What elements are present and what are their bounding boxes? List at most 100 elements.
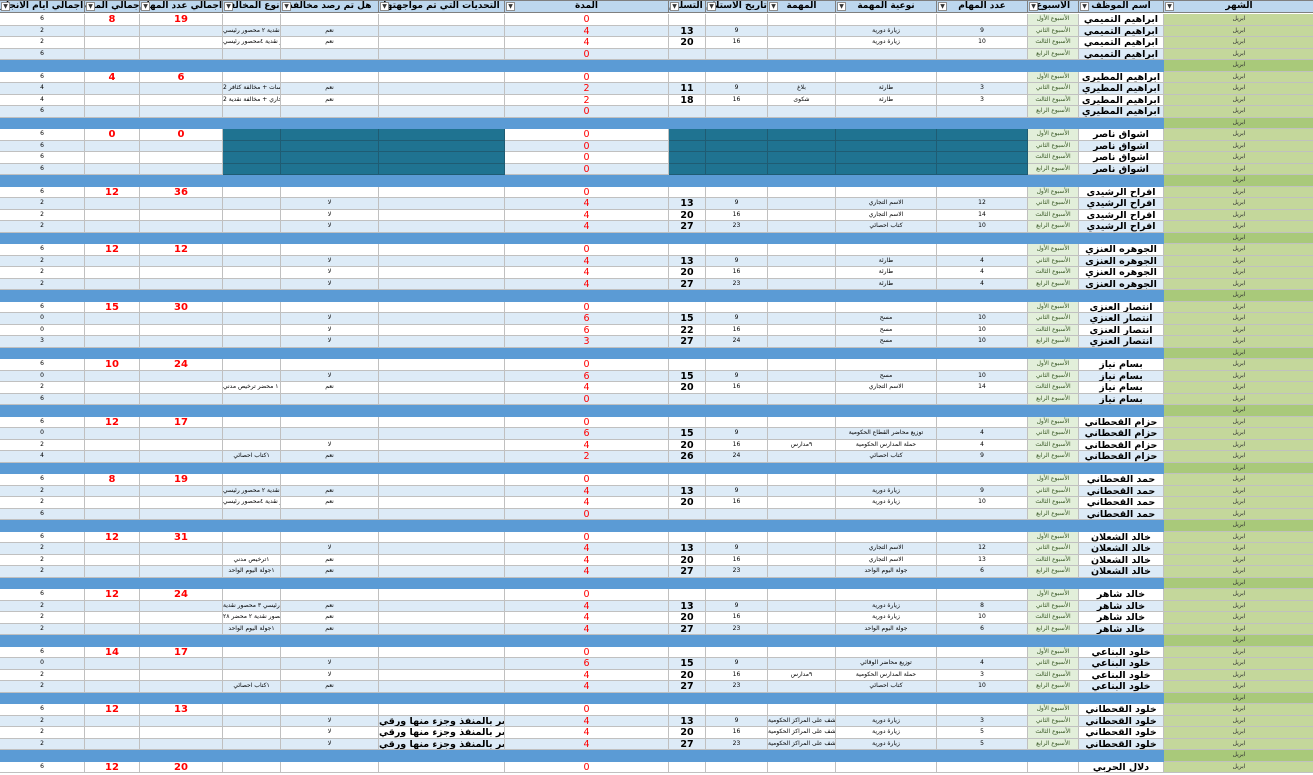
month-cell[interactable]: ابريل	[1164, 612, 1313, 624]
filter-dropdown-icon[interactable]: ▼	[380, 2, 389, 11]
week-cell[interactable]: الأسبوع الرابع	[1028, 681, 1079, 693]
receive-date-cell[interactable]	[706, 393, 768, 405]
employee-name-cell[interactable]: ابراهيم التميمي	[1079, 37, 1164, 49]
week-cell[interactable]: الأسبوع الثالث	[1028, 669, 1079, 681]
task-count-cell[interactable]	[937, 393, 1028, 405]
separator-cell[interactable]	[1028, 290, 1079, 302]
total-days-cell[interactable]: 4	[0, 451, 85, 463]
receive-date-cell[interactable]: 23	[706, 623, 768, 635]
violation-flag-cell[interactable]	[281, 129, 379, 141]
total-tasks-cell[interactable]	[140, 393, 223, 405]
separator-cell[interactable]: ابريل	[1164, 577, 1313, 589]
total-tasks-cell[interactable]	[140, 508, 223, 520]
duration-cell[interactable]: 4	[505, 543, 669, 555]
separator-cell[interactable]	[937, 290, 1028, 302]
separator-cell[interactable]	[836, 520, 937, 532]
receive-date-cell[interactable]: 16	[706, 382, 768, 394]
separator-cell[interactable]	[223, 175, 281, 187]
receive-date-cell[interactable]: 9	[706, 83, 768, 95]
week-cell[interactable]: الأسبوع الأول	[1028, 589, 1079, 601]
total-duration-cell[interactable]	[85, 681, 140, 693]
duration-cell[interactable]: 0	[505, 186, 669, 198]
separator-cell[interactable]	[85, 635, 140, 647]
task-cell[interactable]	[768, 152, 836, 164]
delivery-date-cell[interactable]: 20	[669, 382, 706, 394]
separator-cell[interactable]	[937, 635, 1028, 647]
month-cell[interactable]: ابريل	[1164, 106, 1313, 118]
delivery-date-cell[interactable]: 15	[669, 313, 706, 325]
separator-cell[interactable]	[85, 347, 140, 359]
separator-cell[interactable]	[0, 405, 85, 417]
total-duration-cell[interactable]: 8	[85, 14, 140, 26]
task-count-cell[interactable]: 10	[937, 37, 1028, 49]
total-days-cell[interactable]: 6	[0, 129, 85, 141]
total-tasks-cell[interactable]	[140, 451, 223, 463]
week-cell[interactable]: الأسبوع الثاني	[1028, 600, 1079, 612]
duration-cell[interactable]: 4	[505, 566, 669, 578]
delivery-date-cell[interactable]	[669, 152, 706, 164]
task-count-cell[interactable]: 10	[937, 221, 1028, 233]
delivery-date-cell[interactable]: 27	[669, 623, 706, 635]
employee-name-cell[interactable]: اشواق ناصر	[1079, 163, 1164, 175]
task-cell[interactable]: ٩مدارس	[768, 439, 836, 451]
challenges-cell[interactable]	[379, 600, 505, 612]
duration-cell[interactable]: 4	[505, 669, 669, 681]
duration-cell[interactable]: 0	[505, 531, 669, 543]
cell[interactable]	[1028, 761, 1079, 773]
separator-cell[interactable]	[0, 750, 85, 762]
violation-type-cell[interactable]	[223, 669, 281, 681]
duration-cell[interactable]: 4	[505, 612, 669, 624]
separator-cell[interactable]: ابريل	[1164, 232, 1313, 244]
month-cell[interactable]: ابريل	[1164, 163, 1313, 175]
employee-name-cell[interactable]: الجوهره العنزي	[1079, 244, 1164, 256]
total-days-cell[interactable]: 6	[0, 359, 85, 371]
task-type-cell[interactable]	[836, 186, 937, 198]
separator-cell[interactable]	[223, 290, 281, 302]
total-tasks-cell[interactable]: 17	[140, 416, 223, 428]
separator-cell[interactable]	[281, 405, 379, 417]
month-cell[interactable]: ابريل	[1164, 428, 1313, 440]
week-cell[interactable]: الأسبوع الثاني	[1028, 428, 1079, 440]
total-tasks-cell[interactable]	[140, 163, 223, 175]
task-cell[interactable]: ٩مدارس	[768, 669, 836, 681]
separator-cell[interactable]	[505, 175, 669, 187]
violation-type-cell[interactable]	[223, 255, 281, 267]
challenges-cell[interactable]	[379, 646, 505, 658]
separator-cell[interactable]	[281, 520, 379, 532]
week-cell[interactable]: الأسبوع الأول	[1028, 301, 1079, 313]
task-type-cell[interactable]	[836, 48, 937, 60]
month-cell[interactable]: ابريل	[1164, 554, 1313, 566]
duration-cell[interactable]: 0	[505, 589, 669, 601]
separator-cell[interactable]	[669, 520, 706, 532]
separator-cell[interactable]	[768, 290, 836, 302]
column-header[interactable]: ▼ اجمالي عدد المهام	[140, 0, 223, 13]
separator-cell[interactable]	[140, 290, 223, 302]
challenges-cell[interactable]	[379, 198, 505, 210]
task-cell[interactable]	[768, 428, 836, 440]
task-count-cell[interactable]	[937, 589, 1028, 601]
task-count-cell[interactable]	[937, 14, 1028, 26]
total-tasks-cell[interactable]	[140, 681, 223, 693]
task-cell[interactable]	[768, 25, 836, 37]
separator-cell[interactable]	[768, 347, 836, 359]
task-count-cell[interactable]: 10	[937, 324, 1028, 336]
week-cell[interactable]: الأسبوع الثالث	[1028, 497, 1079, 509]
month-cell[interactable]: ابريل	[1164, 14, 1313, 26]
duration-cell[interactable]: 4	[505, 485, 669, 497]
task-cell[interactable]	[768, 140, 836, 152]
delivery-date-cell[interactable]	[669, 393, 706, 405]
total-tasks-cell[interactable]	[140, 543, 223, 555]
separator-cell[interactable]	[223, 347, 281, 359]
duration-cell[interactable]: 0	[505, 761, 669, 773]
separator-cell[interactable]	[379, 520, 505, 532]
violation-flag-cell[interactable]	[281, 646, 379, 658]
task-count-cell[interactable]: 3	[937, 669, 1028, 681]
challenges-cell[interactable]	[379, 612, 505, 624]
separator-cell[interactable]	[85, 290, 140, 302]
receive-date-cell[interactable]	[706, 531, 768, 543]
challenges-cell[interactable]	[379, 554, 505, 566]
violation-flag-cell[interactable]: لا	[281, 267, 379, 279]
total-duration-cell[interactable]: 12	[85, 704, 140, 716]
total-duration-cell[interactable]	[85, 669, 140, 681]
month-cell[interactable]: ابريل	[1164, 313, 1313, 325]
